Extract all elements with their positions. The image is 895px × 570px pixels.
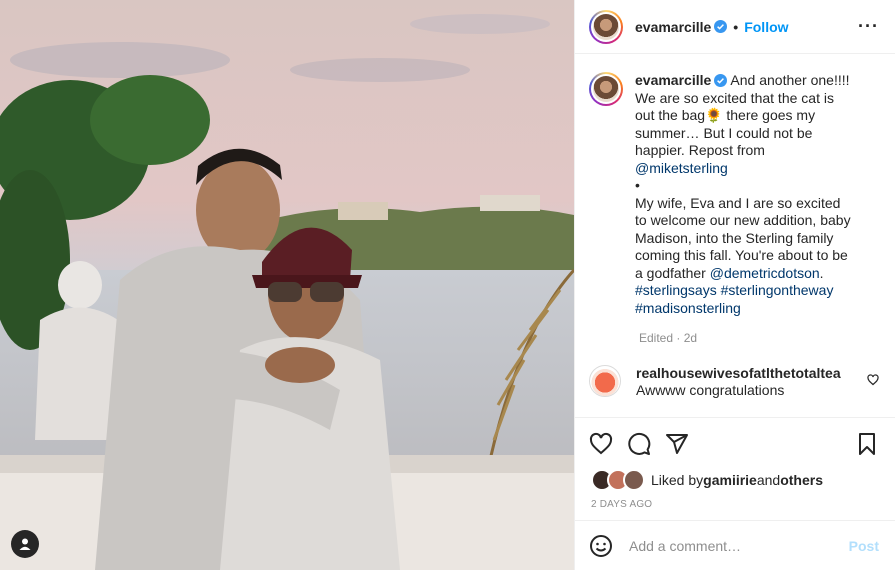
verified-icon bbox=[714, 20, 728, 33]
caption-avatar[interactable] bbox=[589, 72, 623, 106]
likes-middle: and bbox=[756, 472, 781, 488]
likes-others-link[interactable]: others bbox=[780, 472, 823, 488]
post-photo[interactable] bbox=[0, 0, 574, 570]
add-comment-bar: Post bbox=[575, 520, 895, 570]
user-tag-icon bbox=[19, 538, 31, 550]
liker-username[interactable]: gamiirie bbox=[703, 472, 757, 488]
emoji-icon bbox=[590, 534, 612, 557]
emoji-button[interactable] bbox=[589, 534, 613, 558]
comments-area: evamarcille And another one!!!! We are s… bbox=[575, 54, 895, 417]
commenter-avatar[interactable] bbox=[589, 365, 621, 397]
caption-username[interactable]: evamarcille bbox=[635, 72, 711, 88]
bookmark-icon bbox=[859, 432, 875, 455]
likes-summary: Liked by gamiirie and others bbox=[575, 469, 895, 491]
header-username[interactable]: evamarcille bbox=[635, 19, 711, 35]
share-icon bbox=[666, 433, 688, 454]
comment-body: Awwww congratulations bbox=[636, 382, 785, 398]
caption-body-3: . bbox=[819, 264, 824, 281]
comment-button[interactable] bbox=[627, 432, 651, 456]
action-bar bbox=[575, 417, 895, 469]
separator-dot: • bbox=[733, 18, 739, 35]
post-timestamp[interactable]: 2 DAYS AGO bbox=[575, 491, 895, 520]
verified-icon bbox=[714, 74, 728, 87]
mention-link[interactable]: @miketsterling bbox=[635, 160, 728, 176]
post-comment-button[interactable]: Post bbox=[849, 538, 879, 554]
heart-icon bbox=[589, 432, 613, 454]
caption-bullet: • bbox=[635, 177, 640, 193]
commenter-username[interactable]: realhousewivesofatlthetotaltea bbox=[636, 365, 841, 381]
follow-button[interactable]: Follow bbox=[744, 19, 788, 35]
likes-prefix: Liked by bbox=[651, 472, 704, 488]
comment-text: realhousewivesofatlthetotaltea Awwww con… bbox=[636, 365, 867, 399]
user-tag-button[interactable] bbox=[11, 530, 39, 558]
post-header: evamarcille • Follow ··· bbox=[575, 0, 895, 54]
more-icon[interactable]: ··· bbox=[858, 16, 879, 37]
caption: evamarcille And another one!!!! We are s… bbox=[589, 72, 879, 317]
avatar[interactable] bbox=[589, 9, 623, 44]
comment-input[interactable] bbox=[627, 536, 849, 555]
comment-icon bbox=[628, 432, 651, 455]
comment-like-heart-icon[interactable] bbox=[867, 374, 879, 386]
share-button[interactable] bbox=[665, 432, 689, 456]
liker-avatar bbox=[623, 469, 645, 491]
photo-scene bbox=[0, 0, 574, 570]
caption-text: evamarcille And another one!!!! We are s… bbox=[635, 72, 855, 317]
mention-link[interactable]: @demetricdotson bbox=[710, 265, 820, 281]
like-button[interactable] bbox=[589, 432, 613, 456]
save-button[interactable] bbox=[855, 432, 879, 456]
caption-meta: Edited · 2d bbox=[639, 331, 698, 345]
post-modal: evamarcille • Follow ··· evamarcille And… bbox=[0, 0, 895, 570]
hashtags-link[interactable]: #sterlingsays #sterlingontheway #madison… bbox=[635, 282, 833, 316]
comment-item: realhousewivesofatlthetotaltea Awwww con… bbox=[589, 365, 879, 399]
liker-avatars[interactable] bbox=[591, 469, 645, 491]
post-side-panel: evamarcille • Follow ··· evamarcille And… bbox=[574, 0, 895, 570]
